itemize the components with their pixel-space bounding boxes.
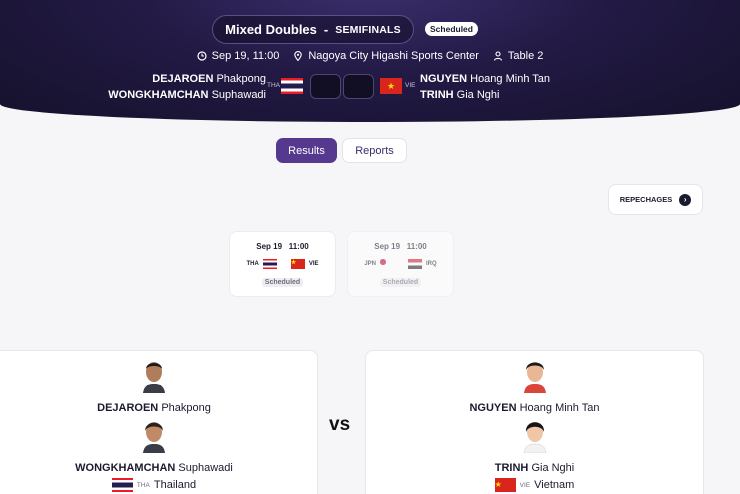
vietnam-flag-icon: ★ [494, 478, 516, 492]
match-meta: Sep 19, 11:00 Nagoya City Higashi Sports… [0, 50, 740, 62]
match-card-noc: VIE [308, 261, 319, 267]
table-person-icon [493, 51, 502, 61]
athlete-name: TRINH Gia Nghi [494, 462, 575, 474]
match-card-status: Scheduled [348, 278, 453, 287]
athlete-name: WONGKHAMCHAN Suphawadi [75, 462, 233, 474]
match-card[interactable]: Sep 19 11:00 THA ★ VIE Scheduled [229, 231, 336, 297]
country-noc: THA [136, 481, 150, 489]
header-player: DEJAROEN Phakpong [152, 73, 266, 85]
team-panel-right: NGUYEN Hoang Minh Tan TRINH Gia Nghi ★ V… [365, 350, 704, 494]
header-player: NGUYEN Hoang Minh Tan [420, 73, 551, 85]
calendar-icon [197, 51, 207, 61]
athlete-photo [523, 362, 546, 393]
date-time: Sep 19, 11:00 [197, 50, 280, 62]
match-card-time: Sep 19 11:00 [256, 242, 309, 251]
match-card-noc: IRQ [426, 261, 437, 267]
repechages-label: REPECHAGES [619, 195, 673, 204]
team-country: THA Thailand [0, 478, 317, 492]
location-pin-icon [294, 51, 303, 61]
status-badge: Scheduled [425, 22, 478, 36]
table-text: Table 2 [507, 50, 544, 62]
table-info: Table 2 [493, 50, 543, 62]
match-card-teams: JPN IRQ [348, 259, 453, 269]
team-country: ★ VIE Vietnam [366, 478, 703, 492]
header-right-players: NGUYEN Hoang Minh Tan TRINH Gia Nghi [420, 71, 550, 103]
header-player: WONGKHAMCHAN Suphawadi [108, 89, 266, 101]
match-card[interactable]: Sep 19 11:00 JPN IRQ Scheduled [347, 231, 454, 297]
vs-label: vs [329, 414, 351, 435]
iraq-flag-icon [408, 259, 422, 269]
venue-text: Nagoya City Higashi Sports Center [308, 50, 479, 62]
tab-reports[interactable]: Reports [342, 138, 407, 163]
header-player: TRINH Gia Nghi [420, 89, 500, 101]
thailand-flag-icon [111, 478, 133, 492]
athlete-name: NGUYEN Hoang Minh Tan [469, 402, 600, 414]
header-right-noc: VIE [405, 82, 416, 89]
athlete[interactable]: WONGKHAMCHAN Suphawadi [0, 417, 317, 474]
thailand-flag-icon [281, 78, 303, 94]
team-panel-left: DEJAROEN Phakpong WONGKHAMCHAN Suphawadi… [0, 350, 318, 494]
title-separator: - [323, 22, 329, 37]
athlete-photo [523, 422, 546, 454]
match-card-time: Sep 19 11:00 [374, 242, 427, 251]
header-left-players: DEJAROEN Phakpong WONGKHAMCHAN Suphawadi [108, 71, 266, 103]
athlete[interactable]: TRINH Gia Nghi [366, 417, 703, 474]
athlete[interactable]: NGUYEN Hoang Minh Tan [366, 357, 703, 414]
match-card-teams: THA ★ VIE [230, 259, 335, 269]
match-header: Mixed Doubles - SEMIFINALS Scheduled Sep… [0, 0, 740, 122]
score-box-right [343, 74, 374, 99]
phase-label: SEMIFINALS [335, 23, 401, 36]
country-noc: VIE [519, 481, 531, 489]
athlete[interactable]: DEJAROEN Phakpong [0, 357, 317, 414]
country-name: Vietnam [534, 479, 575, 491]
event-name: Mixed Doubles [225, 22, 317, 37]
chevron-right-icon: › [679, 193, 692, 206]
athlete-photo [143, 422, 165, 453]
country-name: Thailand [153, 479, 197, 491]
athlete-name: DEJAROEN Phakpong [97, 402, 211, 414]
vietnam-flag-icon: ★ [380, 78, 402, 94]
event-title-pill: Mixed Doubles - SEMIFINALS [212, 15, 414, 44]
repechages-button[interactable]: REPECHAGES › [608, 184, 703, 215]
vietnam-flag-icon: ★ [290, 259, 305, 269]
match-card-noc: THA [246, 261, 259, 267]
date-time-text: Sep 19, 11:00 [211, 50, 280, 62]
match-card-status: Scheduled [230, 278, 335, 287]
athlete-photo [143, 362, 165, 393]
match-card-noc: JPN [364, 261, 376, 267]
japan-flag-icon [380, 259, 394, 269]
venue: Nagoya City Higashi Sports Center [293, 50, 479, 62]
header-left-noc: THA [267, 82, 280, 89]
tab-results[interactable]: Results [276, 138, 337, 163]
score-box-left [310, 74, 341, 99]
thailand-flag-icon [262, 259, 277, 269]
